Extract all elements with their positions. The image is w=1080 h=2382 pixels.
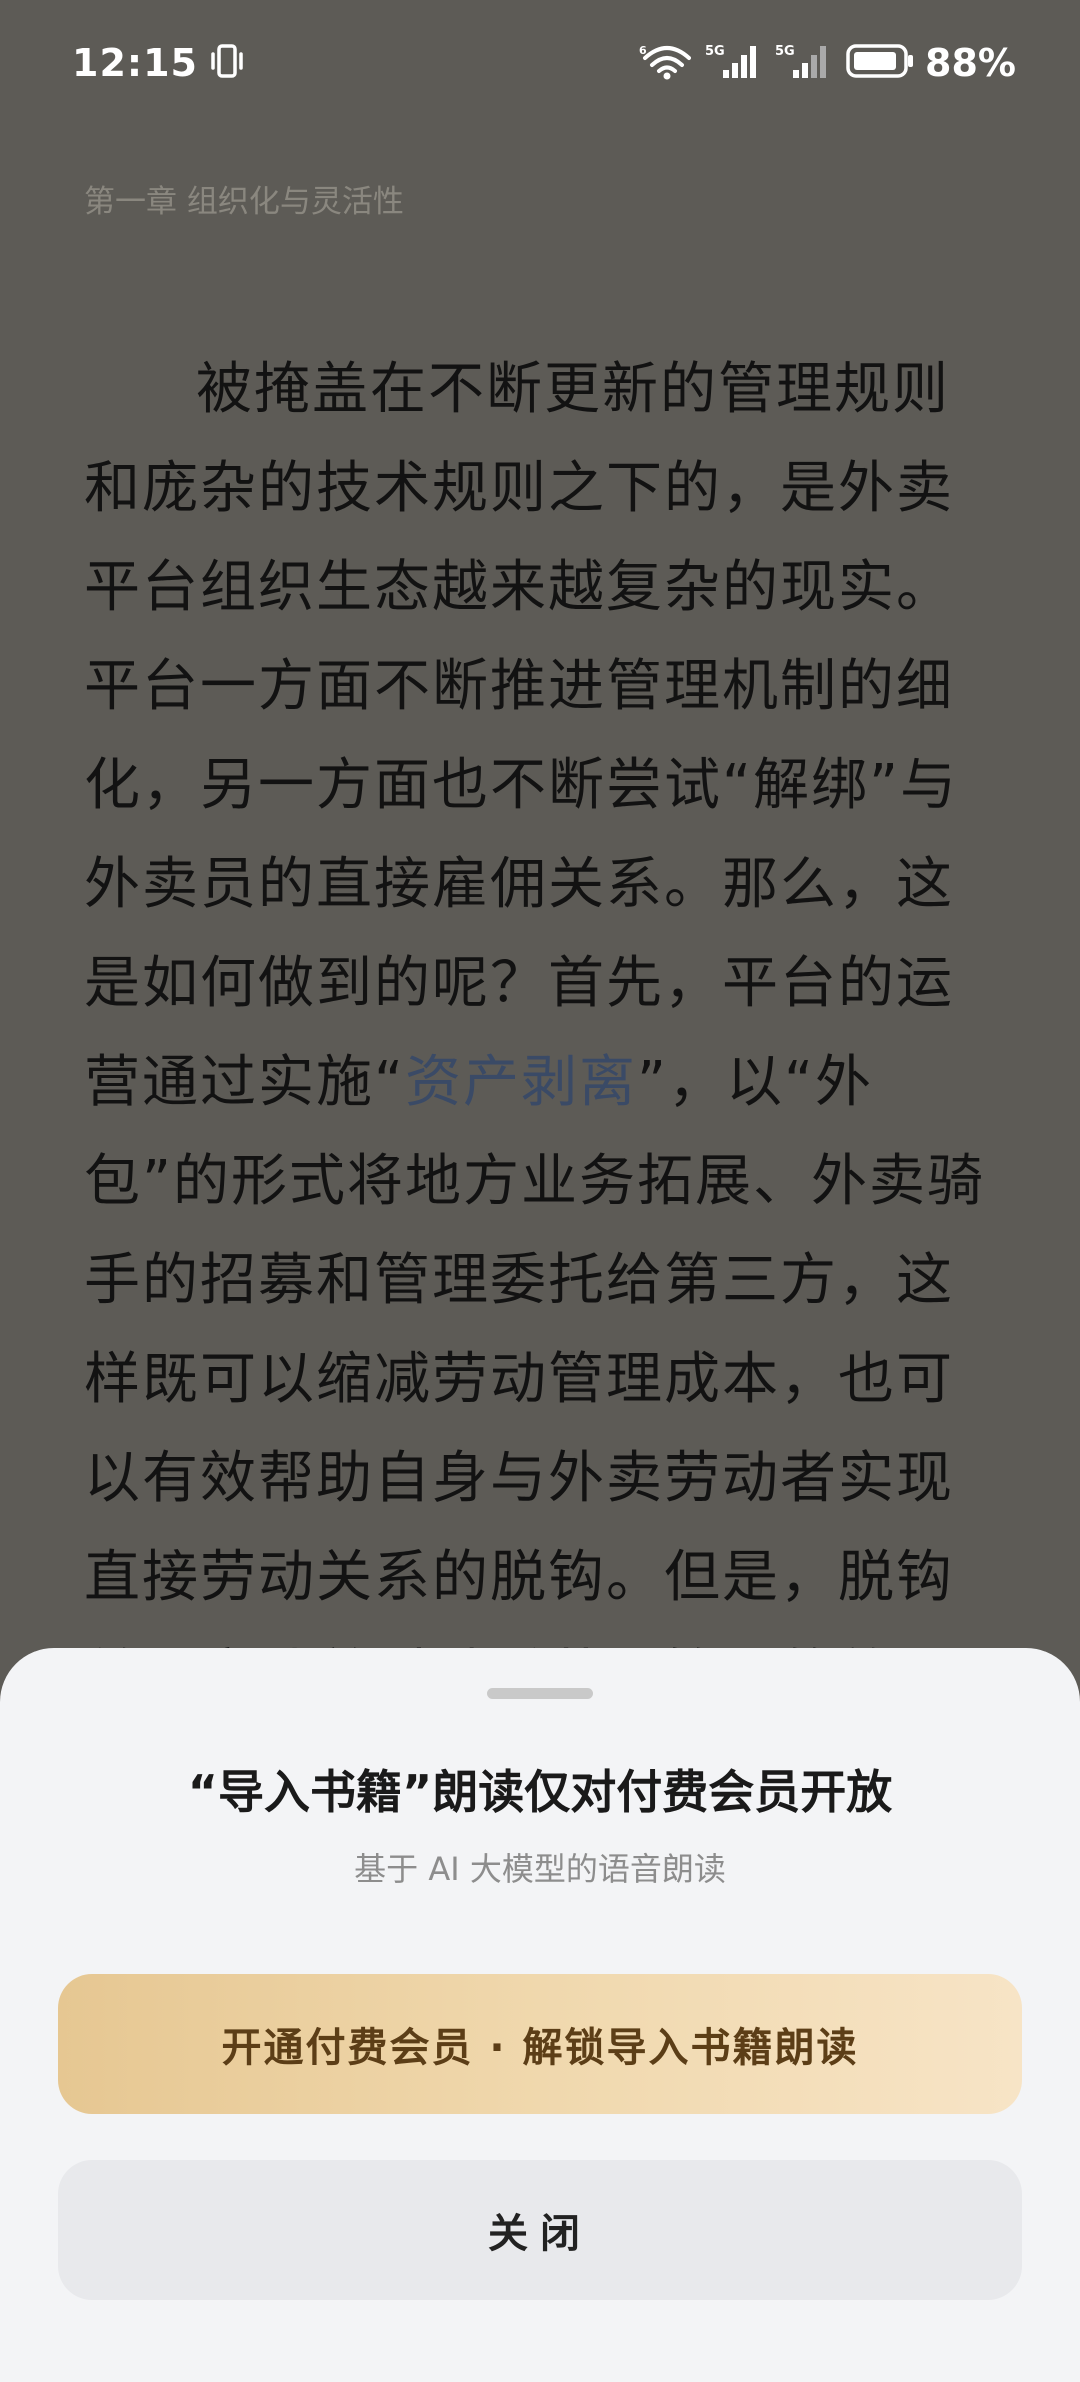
paragraph-text: 被掩盖在不断更新的管理规则和庞杂的技术规则之下的，是外卖平台组织生态越来越复杂的…: [84, 357, 959, 1115]
signal-icon: 5G: [775, 42, 831, 84]
sheet-title: “导入书籍”朗读仅对付费会员开放: [187, 1765, 893, 1819]
reader-screen: 12:15 6 5G 5G 88% 第一章 组织化与灵活性 被掩盖在不断更新的管…: [0, 0, 1080, 2382]
highlighted-term[interactable]: 资产剥离: [405, 1050, 637, 1115]
wifi-icon: 6: [639, 42, 692, 84]
battery-icon: [845, 42, 915, 84]
membership-bottom-sheet: “导入书籍”朗读仅对付费会员开放 基于 AI 大模型的语音朗读 开通付费会员 ·…: [0, 1648, 1080, 2382]
status-right: 6 5G 5G 88%: [625, 41, 1016, 85]
vibrate-icon: [210, 43, 244, 83]
status-time: 12:15: [72, 40, 198, 85]
upgrade-membership-button[interactable]: 开通付费会员 · 解锁导入书籍朗读: [58, 1974, 1022, 2114]
network-label: 5G: [705, 44, 725, 59]
close-button[interactable]: 关闭: [58, 2160, 1022, 2300]
status-left: 12:15: [72, 41, 244, 85]
sheet-subtitle: 基于 AI 大模型的语音朗读: [354, 1850, 726, 1888]
signal-icon: 5G: [705, 42, 761, 84]
network-label: 5G: [775, 44, 795, 59]
chapter-title: 第一章 组织化与灵活性: [84, 184, 404, 220]
sheet-drag-handle[interactable]: [487, 1688, 593, 1699]
battery-percent: 88%: [925, 40, 1016, 85]
status-bar: 12:15 6 5G 5G 88%: [0, 0, 1080, 125]
